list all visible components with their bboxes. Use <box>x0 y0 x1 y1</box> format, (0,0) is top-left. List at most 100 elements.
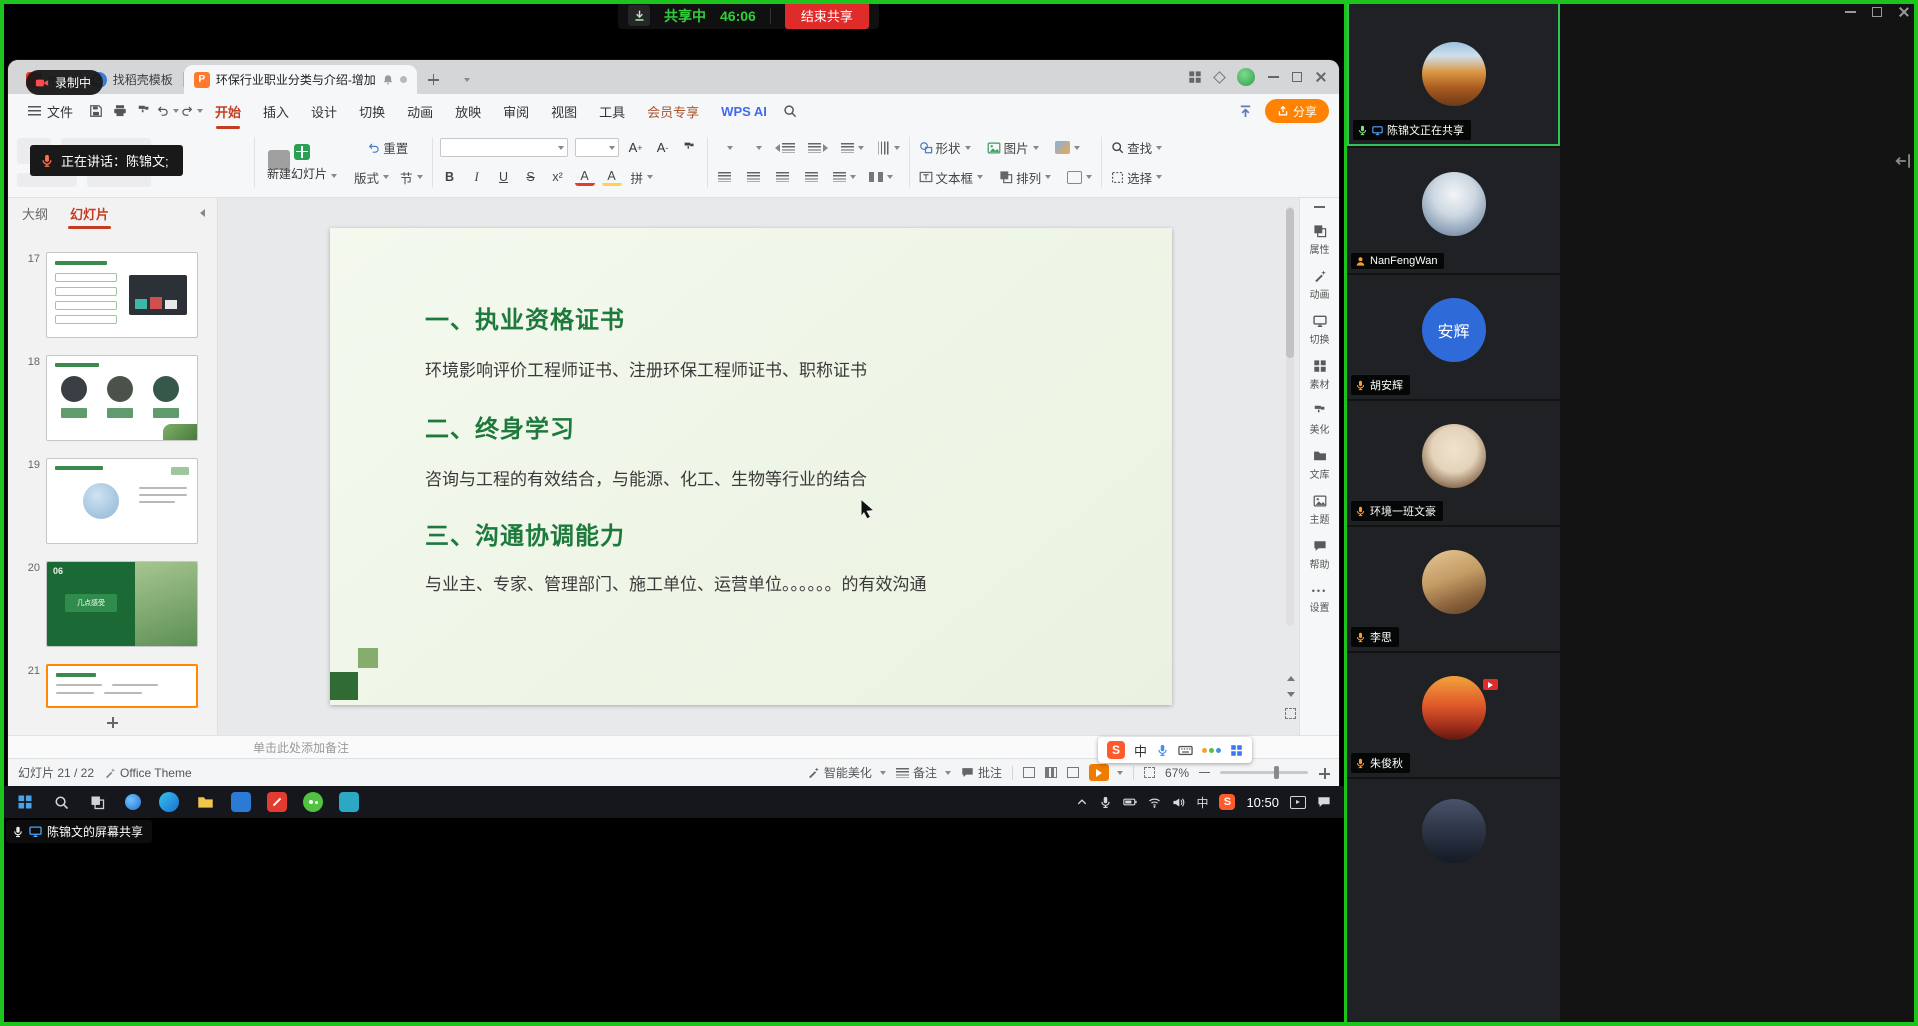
ime-mode-indicator[interactable]: 中 <box>1196 794 1208 811</box>
slide-thumbnail-18[interactable] <box>46 355 198 441</box>
participant-tile[interactable]: 朱俊秋 <box>1347 653 1560 777</box>
ime-voice-icon[interactable] <box>1156 744 1169 757</box>
wps-writer-icon[interactable] <box>260 788 294 816</box>
decrease-indent-icon[interactable] <box>773 138 797 158</box>
collapse-rail-icon[interactable] <box>1314 206 1325 208</box>
arrange-button[interactable]: 排列 <box>997 167 1053 187</box>
section-button[interactable]: 节 <box>398 167 425 187</box>
find-button[interactable]: 查找 <box>1109 138 1164 158</box>
phonetic-guide-button[interactable]: 拼 <box>629 167 656 187</box>
notification-center-icon[interactable] <box>1317 795 1331 809</box>
participant-tile[interactable]: 环境一班文豪 <box>1347 401 1560 525</box>
next-slide-icon[interactable] <box>1287 692 1295 697</box>
collapse-video-panel-icon[interactable] <box>1894 152 1912 170</box>
bell-icon[interactable] <box>382 74 394 86</box>
textbox-button[interactable]: 文本框 <box>917 167 986 187</box>
shrink-font-button[interactable]: A- <box>653 138 673 158</box>
tab-slides[interactable]: 幻灯片 <box>68 199 111 228</box>
fit-slide-icon[interactable] <box>1285 708 1296 719</box>
rail-transition[interactable]: 切换 <box>1300 308 1339 353</box>
reset-button[interactable]: 重置 <box>352 138 425 158</box>
slide-thumbnail-20[interactable]: 06 几点感受 <box>46 561 198 647</box>
menu-review[interactable]: 审阅 <box>493 97 539 126</box>
close-icon[interactable] <box>1898 6 1910 18</box>
redo-icon[interactable] <box>181 100 203 122</box>
strikethrough-button[interactable]: S <box>521 167 541 187</box>
slide-canvas[interactable]: 一、执业资格证书 环境影响评价工程师证书、注册环保工程师证书、职称证书 二、终身… <box>218 198 1299 735</box>
tray-mic-icon[interactable] <box>1099 796 1112 809</box>
tray-battery-icon[interactable] <box>1123 795 1137 809</box>
zoom-in-icon[interactable] <box>1318 767 1329 778</box>
canvas-scrollbar[interactable] <box>1286 206 1294 626</box>
slide-thumbnail-21-selected[interactable] <box>46 664 198 708</box>
justify-icon[interactable] <box>802 167 822 187</box>
undo-icon[interactable] <box>157 100 179 122</box>
slide-21[interactable]: 一、执业资格证书 环境影响评价工程师证书、注册环保工程师证书、职称证书 二、终身… <box>330 228 1172 705</box>
rail-help[interactable]: 帮助 <box>1300 533 1339 578</box>
participant-tile[interactable]: NanFengWan <box>1347 148 1560 273</box>
rail-assets[interactable]: 素材 <box>1300 353 1339 398</box>
menu-home[interactable]: 开始 <box>205 97 251 126</box>
save-icon[interactable] <box>85 100 107 122</box>
menu-transition[interactable]: 切换 <box>349 97 395 126</box>
align-right-icon[interactable] <box>773 167 793 187</box>
speaking-banner-handle[interactable] <box>268 150 290 170</box>
new-tab-button[interactable] <box>417 65 450 94</box>
select-button[interactable]: 选择 <box>1109 167 1164 187</box>
underline-button[interactable]: U <box>494 167 514 187</box>
increase-indent-icon[interactable] <box>806 138 830 158</box>
menu-wps-ai[interactable]: WPS AI <box>711 99 777 124</box>
rail-library[interactable]: 文库 <box>1300 443 1339 488</box>
superscript-button[interactable]: x² <box>548 167 568 187</box>
highlight-color-button[interactable]: A <box>602 169 622 186</box>
search-icon[interactable] <box>779 100 801 122</box>
add-slide-button[interactable] <box>8 714 217 731</box>
ime-lang-toggle[interactable]: 中 <box>1134 741 1147 760</box>
zoom-slider[interactable] <box>1220 771 1308 774</box>
premium-diamond-icon[interactable] <box>1213 71 1226 84</box>
participant-tile[interactable]: 李思 <box>1347 527 1560 651</box>
previous-slide-icon[interactable] <box>1287 676 1295 681</box>
participant-tile[interactable]: 陈锦文正在共享 <box>1347 2 1560 146</box>
quick-style-icon[interactable] <box>1065 167 1094 187</box>
maximize-icon[interactable] <box>1872 7 1882 17</box>
tab-list-dropdown[interactable] <box>450 65 480 94</box>
clear-format-icon[interactable] <box>680 138 700 158</box>
menu-insert[interactable]: 插入 <box>253 97 299 126</box>
align-center-icon[interactable] <box>744 167 764 187</box>
theme-indicator[interactable]: Office Theme <box>104 766 192 780</box>
italic-button[interactable]: I <box>467 167 487 187</box>
ime-toolbox-icon[interactable] <box>1230 744 1243 757</box>
edge-icon[interactable] <box>152 788 186 816</box>
file-explorer-icon[interactable] <box>188 788 222 816</box>
meeting-app-icon[interactable] <box>332 788 366 816</box>
wechat-icon[interactable] <box>296 788 330 816</box>
minimize-icon[interactable] <box>1268 76 1279 78</box>
share-download-icon[interactable] <box>628 5 650 26</box>
menu-slideshow[interactable]: 放映 <box>445 97 491 126</box>
menu-animation[interactable]: 动画 <box>397 97 443 126</box>
rail-properties[interactable]: 属性 <box>1300 218 1339 263</box>
slide-thumbnail-17[interactable] <box>46 252 198 338</box>
rail-animation[interactable]: 动画 <box>1300 263 1339 308</box>
close-icon[interactable] <box>1315 71 1327 83</box>
sogou-logo-icon[interactable]: S <box>1107 741 1125 759</box>
rail-theme[interactable]: 主题 <box>1300 488 1339 533</box>
align-left-icon[interactable] <box>715 167 735 187</box>
widgets-icon[interactable] <box>116 788 150 816</box>
ime-keyboard-icon[interactable] <box>1178 743 1193 758</box>
account-avatar[interactable] <box>1237 68 1255 86</box>
numbering-icon[interactable] <box>744 138 764 158</box>
comments-button[interactable]: 批注 <box>961 764 1002 781</box>
menu-member[interactable]: 会员专享 <box>637 97 709 126</box>
tray-volume-icon[interactable] <box>1172 796 1185 809</box>
media-overlay-icon[interactable] <box>1290 796 1306 809</box>
rail-beautify[interactable]: 美化 <box>1300 398 1339 443</box>
file-menu[interactable]: 文件 <box>18 97 83 126</box>
slideshow-button[interactable] <box>1089 764 1123 781</box>
font-name-select[interactable] <box>440 138 568 157</box>
format-painter-icon[interactable] <box>133 100 155 122</box>
layout-button[interactable]: 版式 <box>352 167 391 187</box>
ime-skin-icon[interactable] <box>1202 748 1221 753</box>
picture-button[interactable]: 图片 <box>985 138 1041 158</box>
